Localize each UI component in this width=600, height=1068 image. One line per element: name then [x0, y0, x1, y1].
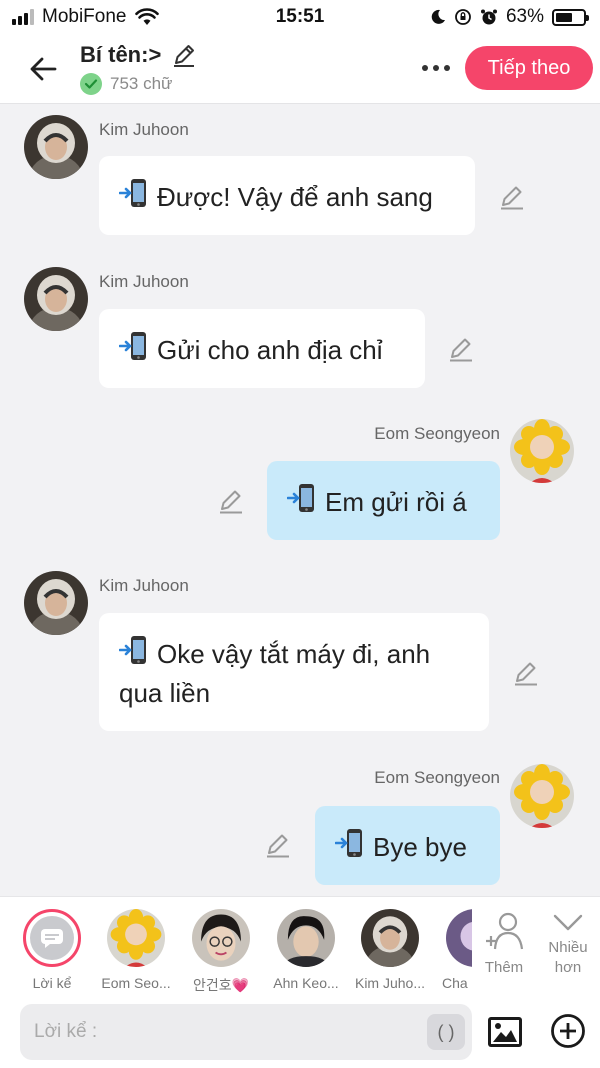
signal-icon	[12, 9, 34, 25]
sender-name: Kim Juhoon	[99, 120, 189, 139]
character-avatar	[446, 909, 472, 967]
check-icon	[80, 73, 102, 95]
status-left: MobiFone	[12, 6, 159, 28]
edit-message-icon[interactable]	[498, 183, 526, 211]
character-eom-seongyeon[interactable]: Eom Seo...	[96, 909, 176, 991]
arrow-left-icon	[30, 57, 57, 81]
edit-message-icon[interactable]	[217, 487, 245, 515]
narrator-avatar	[23, 909, 81, 967]
avatar-kim-juhoon[interactable]	[24, 115, 88, 179]
character-kim-juhoon[interactable]: Kim Juho...	[350, 909, 430, 991]
avatar-eom-seongyeon[interactable]	[510, 764, 574, 828]
add-character-button[interactable]: Thêm	[477, 911, 531, 978]
add-circle-icon[interactable]	[550, 1013, 586, 1049]
edit-message-icon[interactable]	[512, 659, 540, 687]
sender-name: Eom Seongyeon	[374, 768, 500, 787]
image-icon[interactable]	[487, 1014, 523, 1050]
chat-area[interactable]: Kim Juhoon Được! Vậy để anh sang Kim Juh…	[0, 104, 600, 896]
carrier-label: MobiFone	[42, 6, 127, 27]
story-title: Bí tên:>	[80, 42, 162, 67]
character-name: 안건호💗	[192, 977, 250, 993]
more-label-line1: Nhiều	[548, 939, 588, 956]
character-ahn-geonho[interactable]: 안건호💗	[181, 909, 261, 995]
more-options-button[interactable]	[416, 56, 456, 80]
incoming-phone-icon	[119, 636, 146, 664]
composer-bar: ( )	[0, 996, 600, 1068]
character-narrator[interactable]: Lời kể	[12, 909, 92, 991]
incoming-phone-icon	[119, 332, 146, 360]
message-text: Bye bye	[373, 832, 467, 862]
wifi-icon	[134, 8, 159, 25]
more-characters-button[interactable]: Nhiều hơn	[542, 911, 594, 978]
moon-icon	[431, 9, 445, 24]
add-person-icon	[486, 912, 524, 950]
character-selector: Lời kể Eom Seo... 안건호💗 Ahn Keo... Kim Ju…	[0, 896, 600, 996]
message-input[interactable]	[20, 1004, 472, 1060]
message-text: Oke vậy tắt máy đi, anh	[157, 639, 431, 669]
add-label: Thêm	[484, 959, 524, 976]
character-avatar	[361, 909, 419, 967]
edit-message-icon[interactable]	[264, 831, 292, 859]
status-bar: MobiFone 15:51 63%	[0, 0, 600, 34]
status-right: 63%	[430, 6, 589, 28]
avatar-kim-juhoon[interactable]	[24, 267, 88, 331]
message-text: Được! Vậy để anh sang	[157, 182, 433, 212]
message-bubble[interactable]: Gửi cho anh địa chỉ	[99, 309, 425, 388]
incoming-phone-icon	[335, 829, 362, 857]
message-bubble[interactable]: Oke vậy tắt máy đi, anh qua liền	[99, 613, 489, 731]
character-avatar	[277, 909, 335, 967]
edit-title-icon[interactable]	[171, 42, 197, 68]
dot-icon	[422, 65, 428, 71]
parenthesis-button[interactable]: ( )	[427, 1014, 465, 1050]
edit-message-icon[interactable]	[447, 335, 475, 363]
message-bubble[interactable]: Được! Vậy để anh sang	[99, 156, 475, 235]
character-partial[interactable]: Cha	[432, 909, 472, 991]
orientation-lock-icon	[455, 9, 471, 25]
incoming-phone-icon	[119, 179, 146, 207]
next-button[interactable]: Tiếp theo	[465, 46, 593, 90]
battery-percent: 63%	[505, 6, 544, 27]
sender-name: Kim Juhoon	[99, 576, 189, 595]
character-avatar	[192, 909, 250, 967]
incoming-phone-icon	[287, 484, 314, 512]
sender-name: Eom Seongyeon	[374, 424, 500, 443]
character-avatar	[107, 909, 165, 967]
story-header: Bí tên:> 753 chữ Tiếp theo	[0, 34, 600, 104]
sender-name: Kim Juhoon	[99, 272, 189, 291]
avatar-eom-seongyeon[interactable]	[510, 419, 574, 483]
alarm-icon	[480, 9, 497, 25]
character-name: Lời kể	[32, 975, 72, 991]
message-text: Em gửi rồi á	[325, 487, 467, 517]
battery-level	[556, 12, 573, 22]
chevron-down-icon	[553, 914, 583, 931]
dot-icon	[433, 65, 439, 71]
message-bubble[interactable]: Em gửi rồi á	[267, 461, 500, 540]
character-name: Eom Seo...	[101, 975, 171, 991]
message-bubble[interactable]: Bye bye	[315, 806, 500, 885]
dot-icon	[444, 65, 450, 71]
message-text: qua liền	[119, 678, 211, 708]
character-name: Ahn Keo...	[273, 975, 339, 991]
word-count: 753 chữ	[110, 74, 173, 93]
title-block: Bí tên:> 753 chữ	[80, 42, 197, 95]
narration-icon	[41, 929, 63, 948]
character-name: Cha	[442, 975, 468, 991]
more-label-line2: hơn	[554, 959, 582, 976]
message-text: Gửi cho anh địa chỉ	[157, 335, 383, 365]
avatar-kim-juhoon[interactable]	[24, 571, 88, 635]
back-button[interactable]	[26, 52, 60, 86]
character-ahn-keonho[interactable]: Ahn Keo...	[266, 909, 346, 991]
battery-icon	[552, 8, 589, 26]
character-name: Kim Juho...	[354, 975, 426, 991]
